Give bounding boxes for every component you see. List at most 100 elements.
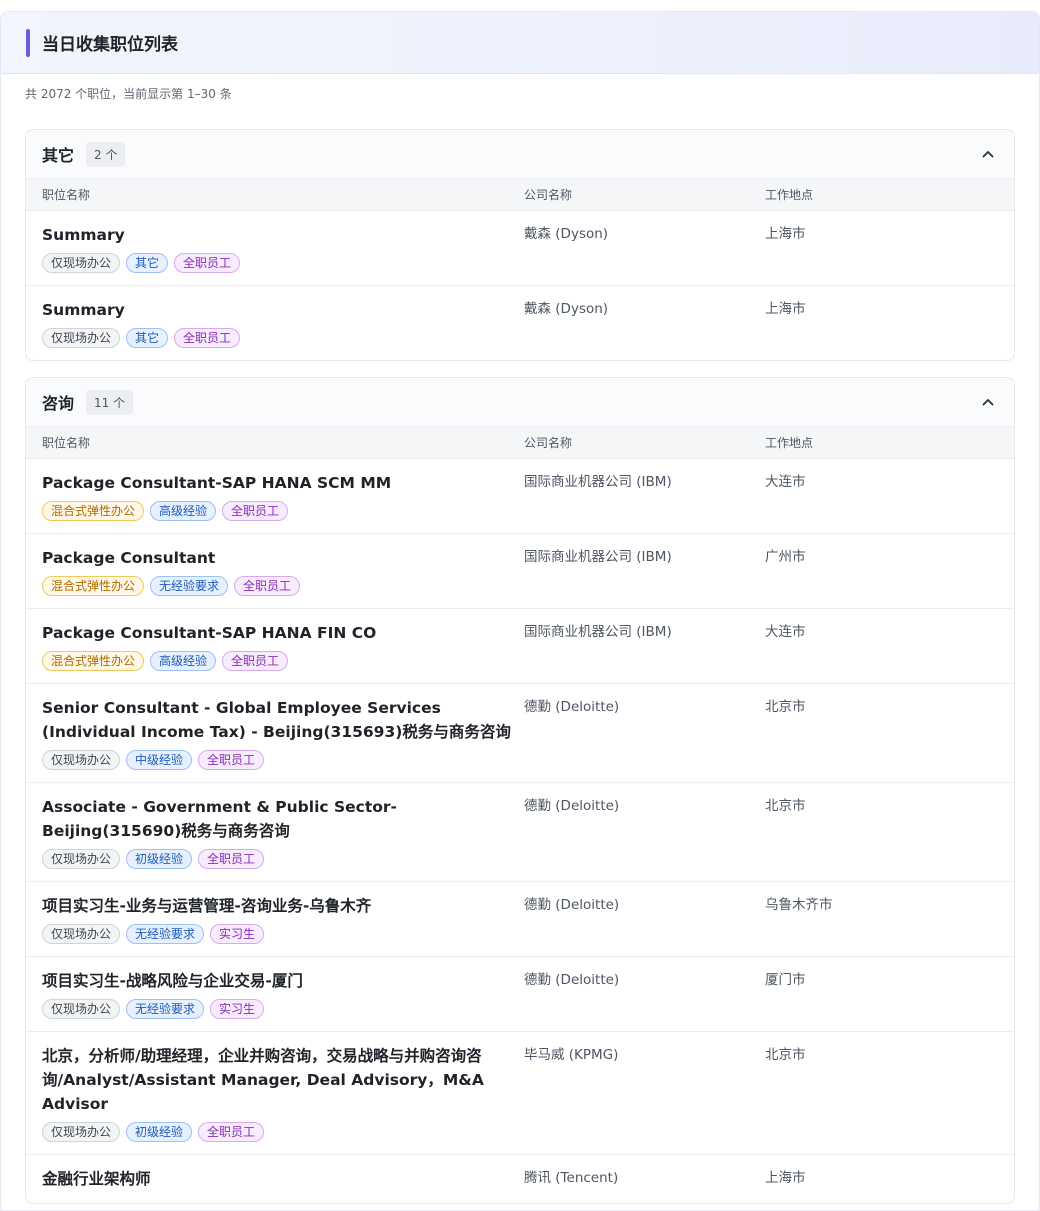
job-title-link[interactable]: 项目实习生-业务与运营管理-咨询业务-乌鲁木齐 bbox=[42, 894, 516, 918]
job-tag: 全职员工 bbox=[198, 750, 265, 770]
job-tag: 混合式弹性办公 bbox=[42, 576, 145, 596]
job-tags: 仅现场办公 无经验要求 实习生 bbox=[42, 924, 516, 944]
job-title-link[interactable]: 金融行业架构师 bbox=[42, 1167, 516, 1191]
job-title-cell: 项目实习生-战略风险与企业交易-厦门仅现场办公 无经验要求 实习生 bbox=[26, 969, 524, 1019]
company-name: 德勤 (Deloitte) bbox=[524, 972, 620, 988]
group-header[interactable]: 其它 2 个 bbox=[26, 130, 1014, 178]
work-location: 广州市 bbox=[765, 549, 806, 565]
job-tags: 仅现场办公 其它 全职员工 bbox=[42, 328, 516, 348]
job-tag: 仅现场办公 bbox=[42, 253, 121, 273]
job-title-link[interactable]: Associate - Government & Public Sector-B… bbox=[42, 795, 516, 843]
table-row[interactable]: Package Consultant-SAP HANA FIN CO 混合式弹性办… bbox=[26, 609, 1014, 684]
job-title-cell: 金融行业架构师 bbox=[26, 1167, 524, 1191]
page-title: 当日收集职位列表 bbox=[42, 35, 178, 55]
column-header-company[interactable]: 公司名称 bbox=[524, 434, 765, 451]
job-tag: 实习生 bbox=[210, 999, 265, 1019]
work-location: 上海市 bbox=[765, 301, 806, 317]
card-header: 当日收集职位列表 bbox=[1, 12, 1039, 74]
job-title-cell: 北京，分析师/助理经理，企业并购咨询，交易战略与并购咨询咨询/Analyst/A… bbox=[26, 1044, 524, 1142]
job-tag: 仅现场办公 bbox=[42, 924, 121, 944]
job-tags: 混合式弹性办公 高级经验 全职员工 bbox=[42, 651, 516, 671]
table-row[interactable]: Associate - Government & Public Sector-B… bbox=[26, 783, 1014, 882]
group-name: 咨询 bbox=[42, 394, 75, 413]
job-title-link[interactable]: Package Consultant bbox=[42, 546, 516, 570]
company-name: 国际商业机器公司 (IBM) bbox=[524, 549, 672, 565]
job-tag: 全职员工 bbox=[222, 651, 289, 671]
work-location: 北京市 bbox=[765, 699, 806, 715]
column-header-title[interactable]: 职位名称 bbox=[26, 186, 524, 203]
table-row[interactable]: Summary 仅现场办公 其它 全职员工 戴森 (Dyson) 上海市 bbox=[26, 286, 1014, 360]
company-name: 德勤 (Deloitte) bbox=[524, 699, 620, 715]
job-tag: 无经验要求 bbox=[126, 999, 205, 1019]
table-row[interactable]: Senior Consultant - Global Employee Serv… bbox=[26, 684, 1014, 783]
job-title-link[interactable]: Package Consultant-SAP HANA FIN CO bbox=[42, 621, 516, 645]
group-name: 其它 bbox=[42, 146, 75, 165]
column-header-row: 职位名称 公司名称 工作地点 bbox=[26, 178, 1014, 211]
work-location: 北京市 bbox=[765, 1047, 806, 1063]
job-tag: 初级经验 bbox=[126, 1122, 193, 1142]
job-tag: 无经验要求 bbox=[150, 576, 229, 596]
table-row[interactable]: 项目实习生-业务与运营管理-咨询业务-乌鲁木齐仅现场办公 无经验要求 实习生 德勤 (… bbox=[26, 882, 1014, 957]
job-tag: 全职员工 bbox=[234, 576, 301, 596]
job-tags: 仅现场办公 中级经验 全职员工 bbox=[42, 750, 516, 770]
table-row[interactable]: 项目实习生-战略风险与企业交易-厦门 仅现场办公 无经验要求 实习生 德勤 (Deloi… bbox=[26, 957, 1014, 1032]
job-tag: 无经验要求 bbox=[126, 924, 205, 944]
table-row[interactable]: 北京，分析师/助理经理，企业并购咨询，交易战略与并购咨询咨询/Analyst/A… bbox=[26, 1032, 1014, 1155]
column-header-title[interactable]: 职位名称 bbox=[26, 434, 524, 451]
work-location: 厦门市 bbox=[765, 972, 806, 988]
table-row[interactable]: Package Consultant 混合式弹性办公 无经验要求 全职员工 国际商业机器… bbox=[26, 534, 1014, 609]
job-tag: 初级经验 bbox=[126, 849, 193, 869]
group-count-badge: 11 个 bbox=[86, 389, 134, 415]
company-name: 毕马威 (KPMG) bbox=[524, 1047, 619, 1063]
job-title-cell: Associate - Government & Public Sector-B… bbox=[26, 795, 524, 869]
work-location: 上海市 bbox=[765, 1170, 806, 1186]
job-tag: 全职员工 bbox=[222, 501, 289, 521]
job-title-link[interactable]: Summary bbox=[42, 223, 516, 247]
job-tag: 混合式弹性办公 bbox=[42, 501, 145, 521]
job-title-link[interactable]: 项目实习生-战略风险与企业交易-厦门 bbox=[42, 969, 516, 993]
column-header-location[interactable]: 工作地点 bbox=[765, 186, 1005, 203]
job-title-cell: Senior Consultant - Global Employee Serv… bbox=[26, 696, 524, 770]
job-group: 咨询 11 个职位名称 公司名称 工作地点 Package Consultant-SAP… bbox=[25, 377, 1015, 1204]
table-row[interactable]: Package Consultant-SAP HANA SCM MM 混合式弹性办… bbox=[26, 459, 1014, 534]
job-title-cell: Summary 仅现场办公 其它 全职员工 bbox=[26, 223, 524, 273]
table-row[interactable]: Summary 仅现场办公 其它 全职员工 戴森 (Dyson) 上海市 bbox=[26, 211, 1014, 286]
company-name: 国际商业机器公司 (IBM) bbox=[524, 474, 672, 490]
job-tag: 仅现场办公 bbox=[42, 999, 121, 1019]
job-title-cell: Package Consultant 混合式弹性办公 无经验要求 全职员工 bbox=[26, 546, 524, 596]
job-title-link[interactable]: 北京，分析师/助理经理，企业并购咨询，交易战略与并购咨询咨询/Analyst/A… bbox=[42, 1044, 516, 1116]
column-header-company[interactable]: 公司名称 bbox=[524, 186, 765, 203]
job-title-link[interactable]: Summary bbox=[42, 298, 516, 322]
chevron-up-icon[interactable] bbox=[980, 146, 996, 162]
job-tag: 中级经验 bbox=[126, 750, 193, 770]
job-tags: 仅现场办公 初级经验 全职员工 bbox=[42, 1122, 516, 1142]
job-tag: 其它 bbox=[126, 328, 169, 348]
company-name: 戴森 (Dyson) bbox=[524, 226, 609, 242]
job-tags: 仅现场办公 无经验要求 实习生 bbox=[42, 999, 516, 1019]
group-count-badge: 2 个 bbox=[86, 141, 126, 167]
company-name: 德勤 (Deloitte) bbox=[524, 897, 620, 913]
column-header-location[interactable]: 工作地点 bbox=[765, 434, 1005, 451]
job-tag: 高级经验 bbox=[150, 501, 217, 521]
job-tag: 仅现场办公 bbox=[42, 328, 121, 348]
chevron-up-icon[interactable] bbox=[980, 394, 996, 410]
job-tag: 仅现场办公 bbox=[42, 849, 121, 869]
job-title-cell: Package Consultant-SAP HANA SCM MM 混合式弹性办… bbox=[26, 471, 524, 521]
job-tags: 仅现场办公 其它 全职员工 bbox=[42, 253, 516, 273]
table-row[interactable]: 金融行业架构师 腾讯 (Tencent) 上海市 bbox=[26, 1155, 1014, 1203]
group-header[interactable]: 咨询 11 个 bbox=[26, 378, 1014, 426]
job-tag: 混合式弹性办公 bbox=[42, 651, 145, 671]
job-tags: 混合式弹性办公 高级经验 全职员工 bbox=[42, 501, 516, 521]
job-title-link[interactable]: Package Consultant-SAP HANA SCM MM bbox=[42, 471, 516, 495]
company-name: 德勤 (Deloitte) bbox=[524, 798, 620, 814]
work-location: 大连市 bbox=[765, 474, 806, 490]
work-location: 北京市 bbox=[765, 798, 806, 814]
company-name: 国际商业机器公司 (IBM) bbox=[524, 624, 672, 640]
work-location: 上海市 bbox=[765, 226, 806, 242]
job-tag: 高级经验 bbox=[150, 651, 217, 671]
job-title-cell: 项目实习生-业务与运营管理-咨询业务-乌鲁木齐仅现场办公 无经验要求 实习生 bbox=[26, 894, 524, 944]
job-tag: 其它 bbox=[126, 253, 169, 273]
column-header-row: 职位名称 公司名称 工作地点 bbox=[26, 426, 1014, 459]
job-title-link[interactable]: Senior Consultant - Global Employee Serv… bbox=[42, 696, 516, 744]
job-title-cell: Summary 仅现场办公 其它 全职员工 bbox=[26, 298, 524, 348]
